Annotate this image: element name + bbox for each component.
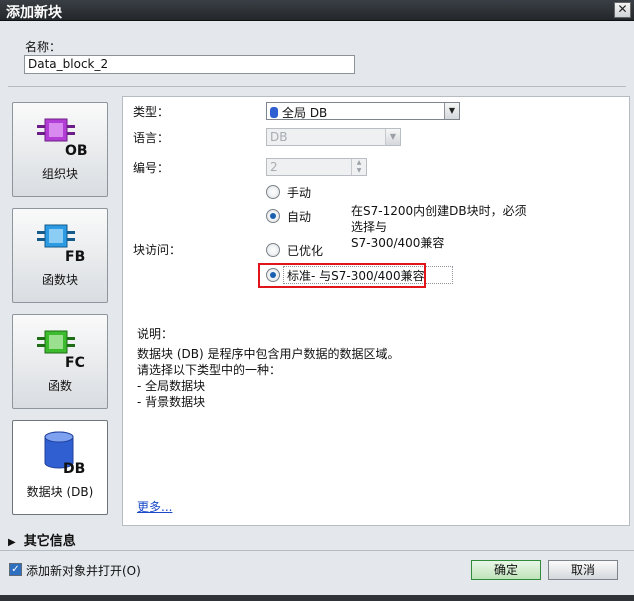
cancel-button[interactable]: 取消: [548, 560, 618, 580]
svg-text:FB: FB: [65, 249, 85, 263]
block-type-fc-button[interactable]: FC 函数: [12, 314, 108, 409]
open-after-add-checkbox[interactable]: ✓: [9, 563, 22, 576]
separator: [0, 550, 634, 551]
block-type-db-label: 数据块 (DB): [26, 485, 94, 499]
number-stepper: 2 ▲ ▼: [266, 158, 367, 176]
number-stepper-value: 2: [270, 160, 278, 174]
highlight-annotation-box: [258, 263, 426, 288]
number-manual-label: 手动: [287, 186, 312, 200]
organization-block-icon: OB: [37, 118, 87, 157]
number-auto-label: 自动: [287, 210, 312, 224]
separator: [8, 86, 626, 87]
description-heading: 说明：: [137, 327, 174, 341]
block-type-fc-label: 函数: [47, 379, 72, 393]
open-after-add-label: 添加新对象并打开(O): [26, 564, 141, 578]
other-info-toggle[interactable]: ▶ 其它信息: [0, 528, 634, 549]
function-icon: FC: [37, 330, 85, 369]
block-type-ob-label: 组织块: [41, 167, 78, 181]
language-label: 语言：: [133, 131, 170, 145]
description-line: 数据块 (DB) 是程序中包含用户数据的数据区域。: [137, 347, 400, 361]
language-select: DB ▼: [266, 128, 401, 146]
auto-note-line2: 选择与: [351, 220, 388, 234]
db-type-icon: [270, 107, 278, 118]
block-type-fb-label: 函数块: [41, 273, 78, 287]
more-link[interactable]: 更多...: [137, 498, 172, 515]
access-optimized-radio[interactable]: [266, 243, 280, 257]
triangle-right-icon: ▶: [8, 537, 16, 548]
type-select[interactable]: 全局 DB ▼: [266, 102, 460, 120]
close-icon: ✕: [617, 2, 628, 16]
auto-note-line3: S7-300/400兼容: [351, 236, 445, 250]
svg-text:FC: FC: [65, 355, 85, 369]
block-type-db-button[interactable]: DB 数据块 (DB): [12, 420, 108, 515]
spin-arrows-icon: ▲ ▼: [351, 159, 366, 175]
svg-text:OB: OB: [65, 143, 87, 157]
block-type-list: OB 组织块 FB 函数块 FC 函数 DB 数据块 (DB): [8, 96, 122, 526]
block-type-fb-button[interactable]: FB 函数块: [12, 208, 108, 303]
number-label: 编号：: [133, 161, 170, 175]
name-label: 名称：: [25, 40, 62, 54]
close-button[interactable]: ✕: [614, 2, 631, 18]
type-select-value: 全局 DB: [282, 106, 328, 120]
description-line: - 背景数据块: [137, 395, 206, 409]
dialog-title: 添加新块: [6, 5, 62, 21]
data-block-icon: DB: [44, 431, 85, 475]
number-auto-radio[interactable]: [266, 209, 280, 223]
block-settings-panel: [122, 96, 630, 526]
language-select-value: DB: [270, 130, 288, 144]
other-info-label: 其它信息: [23, 534, 76, 549]
name-input[interactable]: Data_block_2: [24, 55, 355, 74]
block-type-ob-button[interactable]: OB 组织块: [12, 102, 108, 197]
auto-note-line1: 在S7-1200内创建DB块时，必须: [351, 204, 527, 218]
ok-button[interactable]: 确定: [471, 560, 541, 580]
access-optimized-label: 已优化: [287, 244, 324, 258]
description-line: 请选择以下类型中的一种：: [137, 363, 282, 377]
number-manual-radio[interactable]: [266, 185, 280, 199]
window-bottom-border: [0, 595, 634, 601]
description-line: - 全局数据块: [137, 379, 206, 393]
type-label: 类型：: [133, 105, 170, 119]
dialog-titlebar: 添加新块 ✕: [0, 0, 634, 21]
chevron-down-icon: ▼: [385, 129, 400, 145]
function-block-icon: FB: [37, 224, 85, 263]
svg-text:DB: DB: [63, 461, 85, 475]
block-access-label: 块访问：: [133, 243, 182, 257]
chevron-down-icon: ▼: [444, 103, 459, 119]
